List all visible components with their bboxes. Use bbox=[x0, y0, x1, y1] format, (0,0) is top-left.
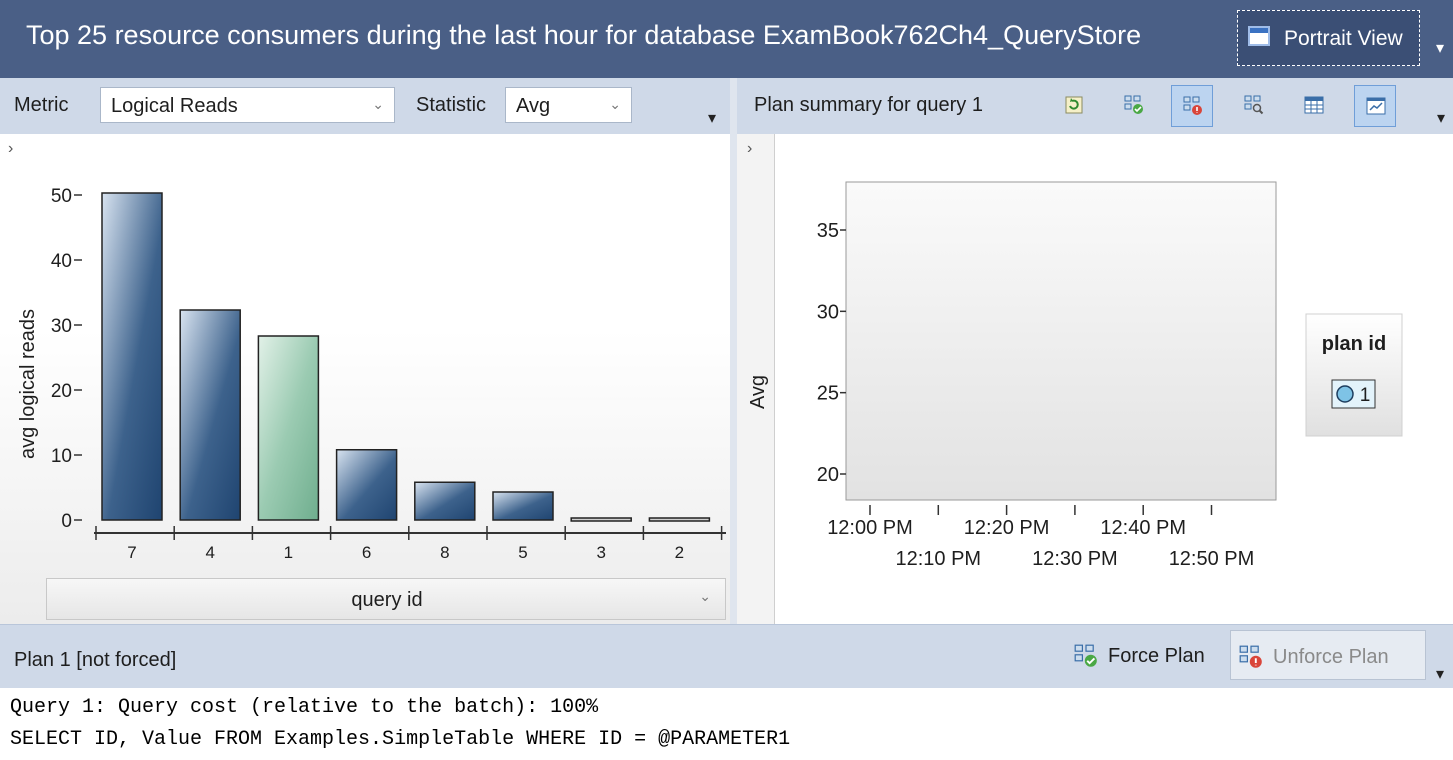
compare-plans-button[interactable] bbox=[1233, 85, 1275, 127]
chevron-down-icon: ⌄ bbox=[609, 96, 621, 112]
x-tick-label: 12:40 PM bbox=[1100, 517, 1186, 539]
y-tick-label: 10 bbox=[51, 446, 72, 467]
overflow-grip-icon[interactable]: ▾ bbox=[708, 108, 716, 128]
bar bbox=[414, 481, 476, 521]
chart-view-button[interactable] bbox=[1354, 85, 1396, 127]
y-tick-label: 20 bbox=[51, 381, 72, 402]
unforce-plan-toolbar-button[interactable] bbox=[1171, 85, 1213, 127]
plan-status-text: Plan 1 [not forced] bbox=[14, 649, 177, 671]
chart-view-icon bbox=[1366, 97, 1386, 115]
x-tick-label: 8 bbox=[440, 543, 449, 562]
query-sql-text: SELECT ID, Value FROM Examples.SimpleTab… bbox=[10, 728, 791, 751]
x-axis-selector-value: query id bbox=[351, 589, 423, 611]
grid-view-icon bbox=[1304, 96, 1324, 114]
grid-view-button[interactable] bbox=[1293, 85, 1335, 127]
x-tick-label: 7 bbox=[127, 543, 136, 562]
statistic-label: Statistic bbox=[416, 94, 487, 116]
chevron-down-icon: ⌄ bbox=[372, 96, 384, 112]
force-plan-toolbar-button[interactable] bbox=[1113, 85, 1155, 127]
x-tick-label: 12:20 PM bbox=[964, 517, 1050, 539]
y-tick-label: 50 bbox=[51, 186, 72, 207]
bar bbox=[257, 335, 320, 521]
x-tick-label: 1 bbox=[284, 543, 293, 562]
unforce-plan-icon bbox=[1183, 96, 1202, 115]
portrait-view-icon bbox=[1248, 26, 1270, 46]
x-tick-label: 4 bbox=[205, 543, 214, 562]
plan-summary-label: Plan summary for query 1 bbox=[754, 94, 983, 116]
x-tick-label: 5 bbox=[518, 543, 527, 562]
compare-plans-icon bbox=[1244, 95, 1264, 115]
y-tick-label: 30 bbox=[51, 316, 72, 337]
force-plan-icon bbox=[1074, 644, 1097, 667]
x-tick-label: 3 bbox=[596, 543, 605, 562]
bar bbox=[492, 491, 554, 521]
y-tick-label: 0 bbox=[61, 511, 72, 532]
bar bbox=[570, 517, 632, 522]
y-tick-label: 20 bbox=[817, 464, 839, 486]
unforce-plan-icon bbox=[1239, 645, 1262, 668]
legend-marker bbox=[1336, 385, 1354, 403]
query-cost-text: Query 1: Query cost (relative to the bat… bbox=[10, 696, 599, 719]
force-plan-label: Force Plan bbox=[1108, 645, 1205, 667]
y-tick-label: 25 bbox=[817, 383, 839, 405]
overflow-grip-icon[interactable]: ▾ bbox=[1437, 108, 1445, 128]
title-bar: Top 25 resource consumers during the las… bbox=[0, 0, 1453, 78]
legend-title: plan id bbox=[1322, 333, 1386, 355]
metric-value: Logical Reads bbox=[111, 95, 238, 117]
x-tick-label: 12:50 PM bbox=[1169, 548, 1255, 570]
refresh-icon bbox=[1065, 96, 1083, 114]
bar bbox=[179, 309, 241, 521]
overflow-grip-icon[interactable]: ▾ bbox=[1436, 38, 1444, 58]
force-plan-icon bbox=[1124, 95, 1143, 114]
portrait-view-label: Portrait View bbox=[1284, 27, 1403, 50]
y-tick-label: 40 bbox=[51, 251, 72, 272]
bar bbox=[335, 449, 398, 521]
legend-item-label: 1 bbox=[1360, 385, 1371, 406]
y-axis-title: avg logical reads bbox=[17, 309, 39, 459]
force-plan-button[interactable]: Force Plan bbox=[1066, 630, 1226, 680]
y-tick-label: 30 bbox=[817, 301, 839, 323]
metric-dropdown[interactable]: Logical Reads ⌄ bbox=[100, 87, 395, 123]
overflow-grip-icon[interactable]: ▾ bbox=[1436, 664, 1444, 684]
bar bbox=[101, 192, 163, 521]
unforce-plan-button[interactable]: Unforce Plan bbox=[1230, 630, 1426, 680]
portrait-view-button[interactable]: Portrait View bbox=[1237, 10, 1420, 66]
x-tick-label: 12:30 PM bbox=[1032, 548, 1118, 570]
top-queries-bar-chart: 0 10 20 30 40 50 avg logical reads 7 4 1 6 8 5 3 2 bbox=[17, 186, 726, 562]
bar bbox=[648, 517, 711, 522]
y-axis-title: Avg bbox=[747, 375, 769, 409]
plan-summary-toolbar: Plan summary for query 1 ▾ bbox=[737, 78, 1453, 134]
x-tick-label: 2 bbox=[675, 543, 684, 562]
y-tick-label: 35 bbox=[817, 220, 839, 242]
statistic-value: Avg bbox=[516, 95, 551, 117]
x-axis-selector[interactable]: query id ⌄ bbox=[46, 578, 726, 620]
statistic-dropdown[interactable]: Avg ⌄ bbox=[505, 87, 632, 123]
chevron-down-icon: ⌄ bbox=[699, 588, 711, 604]
x-tick-label: 12:00 PM bbox=[827, 517, 913, 539]
unforce-plan-label: Unforce Plan bbox=[1273, 646, 1389, 668]
plot-area bbox=[845, 181, 1277, 501]
x-tick-label: 6 bbox=[362, 543, 371, 562]
x-tick-label: 12:10 PM bbox=[895, 548, 981, 570]
metric-toolbar: Metric Logical Reads ⌄ Statistic Avg ⌄ ▾ bbox=[0, 78, 730, 134]
pane-splitter[interactable] bbox=[730, 78, 737, 624]
metric-label: Metric bbox=[14, 94, 69, 116]
plan-summary-scatter-chart: 20 25 30 35 Avg 12:00 PM 12:20 PM 12:40 PM 12:10… bbox=[747, 181, 1403, 570]
report-title: Top 25 resource consumers during the las… bbox=[26, 20, 1142, 50]
refresh-button[interactable] bbox=[1053, 85, 1095, 127]
